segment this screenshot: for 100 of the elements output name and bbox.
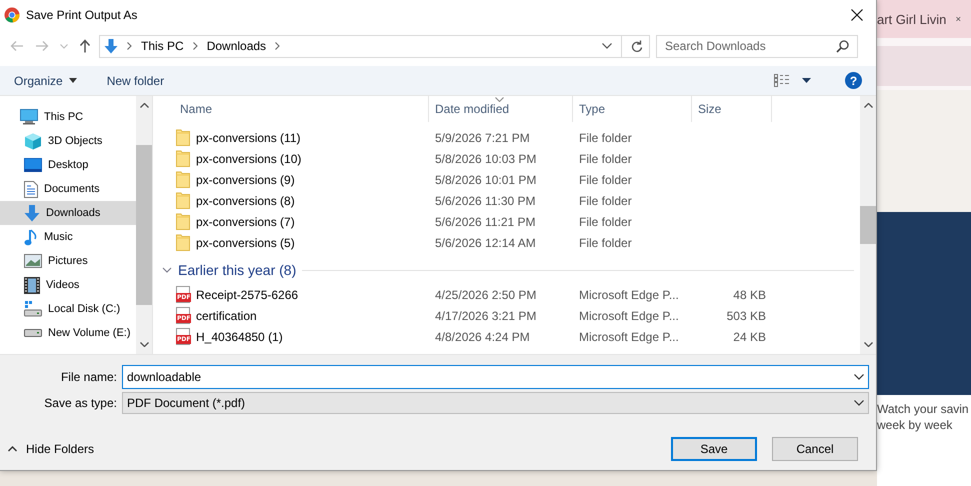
chevron-up-icon[interactable] bbox=[140, 103, 148, 108]
hide-folders-button[interactable]: Hide Folders bbox=[8, 442, 94, 456]
scrollbar-thumb[interactable] bbox=[860, 206, 876, 244]
column-header[interactable]: Name bbox=[174, 96, 429, 122]
chevron-up-icon[interactable] bbox=[864, 103, 872, 108]
chevron-down-icon[interactable] bbox=[602, 43, 612, 49]
caret-icon bbox=[68, 78, 77, 83]
folder-icon bbox=[176, 234, 190, 251]
size-text: 503 KB bbox=[726, 308, 766, 322]
dialog-button[interactable]: Cancel bbox=[772, 437, 858, 461]
sidebar-item[interactable]: Local Disk (C:) bbox=[0, 297, 136, 321]
sidebar-item[interactable]: Music bbox=[0, 225, 136, 249]
type-text: File folder bbox=[579, 194, 632, 208]
file-name[interactable]: px-conversions (5) bbox=[196, 236, 295, 250]
new-folder-button[interactable]: New folder bbox=[98, 70, 172, 90]
chevron-down-icon[interactable] bbox=[140, 342, 148, 347]
file-name-field[interactable]: downloadable bbox=[122, 365, 869, 389]
date-text: 5/6/2026 11:30 PM bbox=[435, 194, 536, 208]
scrollbar[interactable] bbox=[136, 96, 152, 354]
file-name[interactable]: px-conversions (8) bbox=[196, 194, 295, 208]
column-header[interactable]: Date modified bbox=[429, 96, 573, 122]
date-text: 5/8/2026 10:03 PM bbox=[435, 152, 536, 166]
hard-drive-icon bbox=[24, 329, 42, 337]
date-text: 4/8/2026 4:24 PM bbox=[435, 330, 530, 344]
type-text: File folder bbox=[579, 236, 632, 250]
folder-icon bbox=[176, 150, 190, 167]
file-type-dropdown[interactable]: PDF Document (*.pdf) bbox=[122, 392, 869, 414]
browser-tab[interactable]: art Girl Livin bbox=[877, 0, 971, 38]
date-text: 4/17/2026 3:21 PM bbox=[435, 308, 536, 322]
file-name[interactable]: px-conversions (7) bbox=[196, 214, 295, 228]
date-text: 5/8/2026 10:01 PM bbox=[435, 172, 536, 186]
scrollbar[interactable] bbox=[860, 96, 876, 354]
type-text: File folder bbox=[579, 214, 632, 228]
chevron-down-icon[interactable] bbox=[854, 374, 864, 380]
organize-button[interactable]: Organize bbox=[6, 70, 85, 90]
app-logo-icon bbox=[4, 7, 20, 23]
sort-chevron-icon bbox=[495, 97, 504, 102]
file-name[interactable]: px-conversions (11) bbox=[196, 130, 300, 144]
column-header[interactable]: Type bbox=[573, 96, 692, 122]
sidebar-item[interactable]: New Volume (E:) bbox=[0, 321, 136, 345]
type-text: File folder bbox=[579, 172, 632, 186]
date-text: 4/25/2026 2:50 PM bbox=[435, 288, 536, 302]
chevron-down-icon bbox=[854, 400, 864, 406]
file-name[interactable]: px-conversions (10) bbox=[196, 152, 302, 166]
type-text: Microsoft Edge P... bbox=[579, 308, 679, 322]
desktop-icon bbox=[24, 158, 42, 172]
sidebar-item[interactable]: Pictures bbox=[0, 249, 136, 273]
sidebar-item[interactable]: 3D Objects bbox=[0, 129, 136, 153]
computer-icon bbox=[20, 109, 38, 125]
help-button[interactable]: ? bbox=[845, 72, 862, 89]
group-header[interactable]: Earlier this year (8) bbox=[178, 262, 296, 278]
chevron-down-icon[interactable] bbox=[864, 342, 872, 347]
date-text: 5/6/2026 11:21 PM bbox=[435, 214, 536, 228]
caption-text: Watch your savin bbox=[877, 401, 970, 417]
document-icon bbox=[24, 180, 38, 198]
download-arrow-icon bbox=[24, 204, 40, 222]
file-name[interactable]: H_40364850 (1) bbox=[196, 330, 283, 344]
film-strip-icon bbox=[24, 276, 40, 294]
up-arrow-icon[interactable] bbox=[79, 39, 91, 53]
dialog-button[interactable]: Save bbox=[671, 437, 757, 461]
search-field[interactable]: Search Downloads bbox=[656, 34, 858, 58]
sidebar-item[interactable]: Documents bbox=[0, 177, 136, 201]
folder-icon bbox=[176, 171, 190, 188]
chevron-up-icon bbox=[8, 446, 17, 452]
column-header[interactable]: Size bbox=[692, 96, 772, 122]
sidebar-item[interactable]: Videos bbox=[0, 273, 136, 297]
sidebar-item[interactable]: This PC bbox=[0, 105, 136, 129]
file-name[interactable]: px-conversions (9) bbox=[196, 172, 295, 186]
window-title: Save Print Output As bbox=[26, 8, 138, 22]
caption-text: week by week bbox=[877, 417, 954, 433]
view-options-icon[interactable] bbox=[774, 74, 790, 87]
chevron-right-icon[interactable] bbox=[275, 42, 280, 50]
sidebar-item[interactable]: Downloads bbox=[0, 201, 136, 225]
file-name[interactable]: Receipt-2575-6266 bbox=[196, 288, 298, 302]
caret-icon[interactable] bbox=[802, 78, 811, 83]
type-text: Microsoft Edge P... bbox=[579, 330, 679, 344]
close-icon[interactable] bbox=[851, 9, 863, 21]
hard-drive-icon bbox=[24, 301, 42, 317]
picture-icon bbox=[24, 254, 42, 268]
folder-icon bbox=[176, 192, 190, 209]
scrollbar-thumb[interactable] bbox=[136, 145, 152, 305]
type-text: File folder bbox=[579, 130, 632, 144]
download-arrow-icon bbox=[104, 38, 118, 54]
field-label: Save as type: bbox=[43, 396, 118, 410]
size-text: 24 KB bbox=[733, 330, 766, 344]
expand-chevron-icon[interactable] bbox=[162, 265, 172, 275]
refresh-icon[interactable] bbox=[631, 40, 643, 52]
music-note-icon bbox=[24, 228, 38, 246]
breadcrumb-item[interactable]: Downloads bbox=[206, 39, 266, 53]
folder-icon bbox=[176, 129, 190, 146]
file-name[interactable]: certification bbox=[196, 308, 257, 322]
cube-icon bbox=[24, 132, 42, 150]
search-icon bbox=[836, 40, 849, 52]
chevron-right-icon bbox=[127, 42, 132, 50]
address-bar[interactable]: This PC Downloads bbox=[99, 34, 650, 58]
field-label: File name: bbox=[60, 370, 118, 384]
breadcrumb-item[interactable]: This PC bbox=[141, 39, 184, 53]
sidebar-item[interactable]: Desktop bbox=[0, 153, 136, 177]
chevron-right-icon bbox=[192, 42, 198, 50]
date-text: 5/6/2026 12:14 AM bbox=[435, 236, 536, 250]
